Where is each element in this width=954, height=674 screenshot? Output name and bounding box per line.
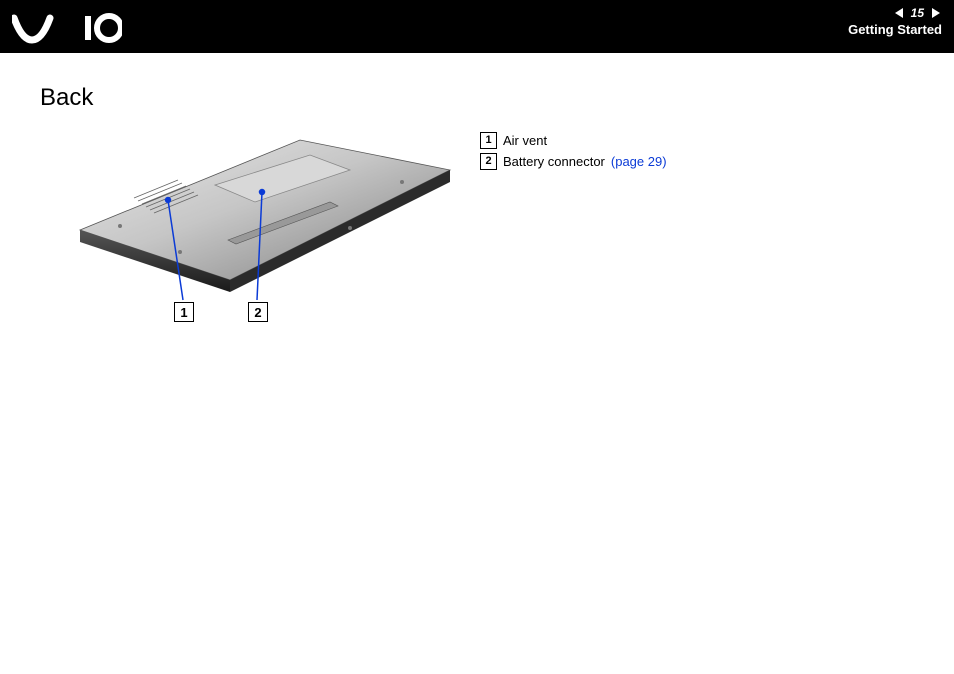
legend-number: 2 [480,153,497,170]
legend-item: 2 Battery connector (page 29) [480,153,667,170]
page-title: Back [40,84,480,112]
illustration-callout-1: 1 [174,302,194,322]
laptop-back-illustration: 1 2 [50,130,470,330]
vaio-logo [12,10,122,46]
left-column: Back [40,84,480,330]
header-bar: 15 Getting Started [0,0,954,56]
section-title: Getting Started [848,22,942,37]
legend-number: 1 [480,132,497,149]
illustration-callout-2: 2 [248,302,268,322]
legend-label: Air vent [503,133,547,148]
legend-label: Battery connector [503,154,605,169]
page-number: 15 [911,6,924,20]
legend-list: 1 Air vent 2 Battery connector (page 29) [480,84,667,330]
next-page-button[interactable] [930,7,942,19]
page-content: Back [0,56,954,330]
laptop-underside-svg [50,130,470,330]
legend-item: 1 Air vent [480,132,667,149]
page-reference-link[interactable]: (page 29) [611,154,667,169]
prev-page-button[interactable] [893,7,905,19]
header-divider [0,53,954,56]
header-nav: 15 Getting Started [848,6,942,37]
